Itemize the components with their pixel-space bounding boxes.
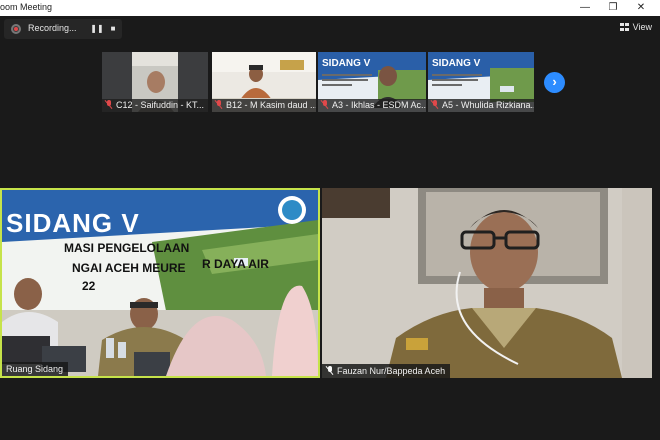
thumbnail-name: C12 - Saifuddin - KT... (102, 99, 208, 112)
slide-line: 22 (82, 279, 96, 293)
mic-muted-icon (215, 100, 223, 109)
participant-video: SIDANG V MASI PENGELOLAAN R DAYA AIR NGA… (2, 190, 318, 376)
minimize-button[interactable]: — (572, 0, 598, 16)
slide-line: R DAYA AIR (202, 257, 269, 271)
recording-label: Recording... (28, 23, 77, 33)
chevron-right-icon: › (552, 74, 557, 89)
tile-name: Fauzan Nur/Bappeda Aceh (322, 364, 451, 378)
tile-name: Ruang Sidang (2, 362, 69, 376)
slide-line: MASI PENGELOLAAN (64, 241, 189, 255)
grid-icon (619, 23, 629, 31)
window-titlebar: oom Meeting — ❐ ✕ (0, 0, 660, 16)
meeting-top-bar: Recording... ❚❚ ■ View (0, 16, 660, 42)
thumbnail-name: A5 - Whulida Rizkiana... (428, 99, 534, 112)
stop-icon[interactable]: ■ (106, 22, 120, 36)
close-button[interactable]: ✕ (628, 0, 654, 16)
pause-icon[interactable]: ❚❚ (90, 22, 104, 36)
view-button[interactable]: View (619, 22, 652, 32)
participant-thumbnail[interactable]: SIDANG V A5 - Whulida Rizkiana... (428, 52, 534, 112)
participant-thumbnail[interactable]: SIDANG V A3 - Ikhlas - ESDM Ac... (318, 52, 426, 112)
recording-indicator: Recording... ❚❚ ■ (4, 19, 122, 39)
participant-thumbnail[interactable]: C12 - Saifuddin - KT... (102, 52, 208, 112)
mic-muted-icon (105, 100, 113, 109)
restore-button[interactable]: ❐ (600, 0, 626, 16)
participant-thumbnail[interactable]: B12 - M Kasim daud ... (212, 52, 316, 112)
video-tile-active-speaker[interactable]: SIDANG V MASI PENGELOLAAN R DAYA AIR NGA… (0, 188, 320, 378)
thumbnail-name: B12 - M Kasim daud ... (212, 99, 316, 112)
mic-muted-icon (431, 100, 439, 109)
thumbnail-slide-title: SIDANG V (432, 58, 481, 69)
mic-muted-icon (321, 100, 329, 109)
microphone-icon (326, 366, 334, 375)
video-tile[interactable]: Fauzan Nur/Bappeda Aceh (322, 188, 652, 378)
slide-line: NGAI ACEH MEURE (72, 261, 186, 275)
record-icon (11, 24, 21, 34)
thumbnail-slide-title: SIDANG V (322, 58, 371, 69)
slide-title: SIDANG V (6, 208, 140, 238)
thumbnail-name: A3 - Ikhlas - ESDM Ac... (318, 99, 426, 112)
view-label: View (632, 22, 652, 32)
next-page-button[interactable]: › (544, 72, 565, 93)
window-title: oom Meeting (0, 2, 53, 12)
participant-video (322, 188, 652, 378)
